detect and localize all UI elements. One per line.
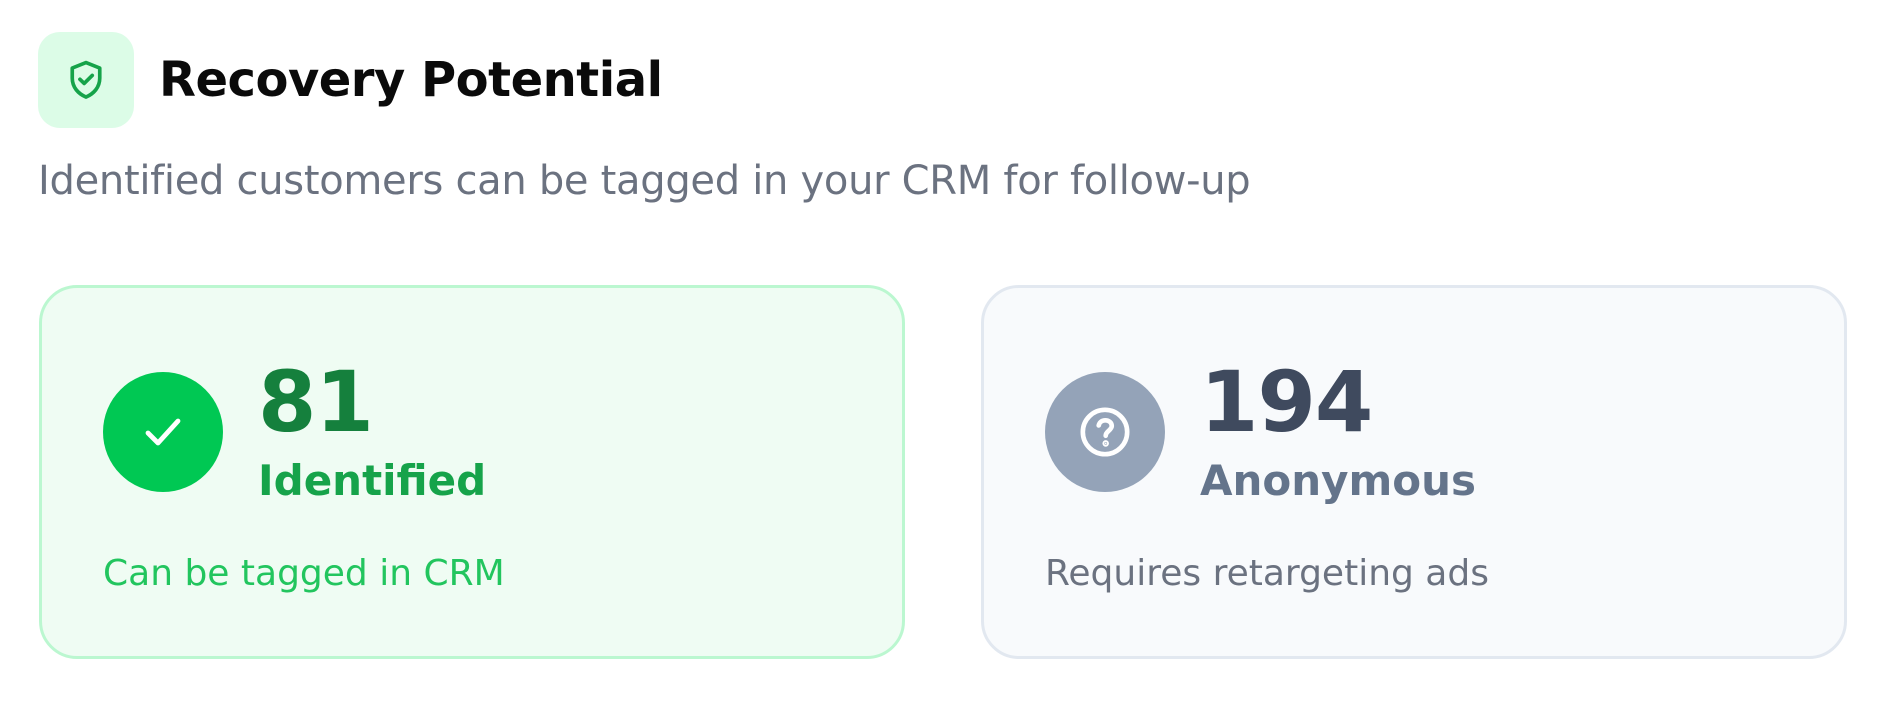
- identified-card: 81 Identified Can be tagged in CRM: [39, 285, 905, 659]
- identified-count: 81: [258, 353, 374, 451]
- section-subtitle: Identified customers can be tagged in yo…: [38, 158, 1251, 204]
- identified-note: Can be tagged in CRM: [103, 553, 505, 594]
- anonymous-count: 194: [1200, 353, 1373, 451]
- anonymous-note: Requires retargeting ads: [1045, 553, 1489, 594]
- question-circle-icon: [1045, 372, 1165, 492]
- anonymous-label: Anonymous: [1200, 456, 1477, 505]
- recovery-header: Recovery Potential: [38, 32, 663, 128]
- anonymous-card: 194 Anonymous Requires retargeting ads: [981, 285, 1847, 659]
- check-icon: [103, 372, 223, 492]
- section-title: Recovery Potential: [159, 52, 663, 108]
- identified-label: Identified: [258, 456, 487, 505]
- shield-check-icon: [38, 32, 134, 128]
